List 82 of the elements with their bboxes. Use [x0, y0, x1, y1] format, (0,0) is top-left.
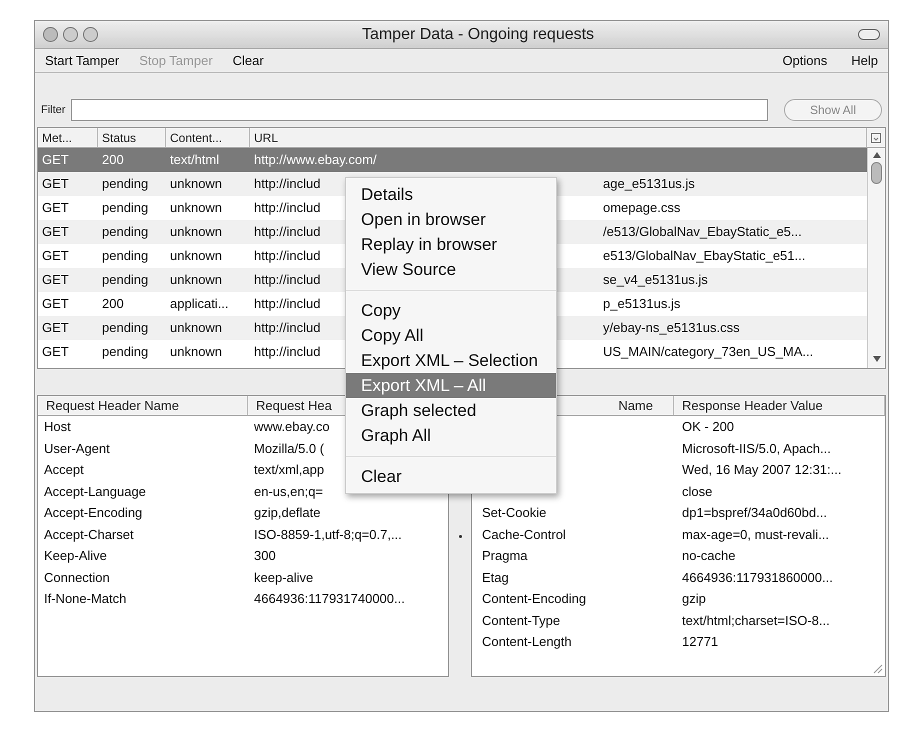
table-cell-text: unknown — [169, 343, 224, 362]
table-cell-text: pending — [101, 247, 150, 266]
table-cell-text: GET — [41, 175, 70, 194]
table-cell-text: text/html — [169, 151, 220, 170]
table-cell-text: /e513/GlobalNav_EbayStatic_e5... — [603, 223, 802, 242]
table-cell-text: pending — [101, 199, 150, 218]
table-cell-text: text/xml,app — [253, 461, 326, 479]
table-cell-text: unknown — [169, 199, 224, 218]
table-cell-text: Accept-Encoding — [43, 504, 144, 522]
table-cell-text: unknown — [169, 175, 224, 194]
table-cell-text: Host — [43, 418, 72, 436]
table-cell-text: GET — [41, 343, 70, 362]
table-cell-text: Wed, 16 May 2007 12:31:... — [681, 461, 842, 479]
table-cell: Set-Cookie — [482, 505, 546, 520]
table-cell-text: max-age=0, must-revali... — [681, 526, 830, 544]
filter-label: Filter — [41, 102, 66, 118]
table-cell-text: text/html;charset=ISO-8... — [681, 612, 831, 630]
table-cell: http://includ — [254, 176, 320, 192]
table-cell: http://includ — [254, 200, 320, 216]
table-cell: http://includ — [254, 320, 320, 336]
table-cell-text: pending — [101, 223, 150, 242]
table-cell-text: GET — [41, 151, 70, 170]
table-cell: Content-Encoding — [482, 591, 586, 606]
table-cell-text: 300 — [253, 547, 277, 565]
table-cell: http://includ — [254, 296, 320, 312]
table-cell-text: close — [681, 482, 714, 500]
table-cell-text: pending — [101, 175, 150, 194]
table-cell-text: 4664936:117931860000... — [681, 568, 834, 586]
table-cell-text: en-us,en;q= — [253, 482, 324, 501]
table-cell-text: Keep-Alive — [43, 547, 108, 565]
table-cell: http://includ — [254, 224, 320, 240]
window-title: Tamper Data - Ongoing requests — [360, 24, 596, 44]
table-cell-text: dp1=bspref/34a0d60bd... — [681, 504, 828, 522]
table-cell-text: 12771 — [681, 633, 720, 651]
table-cell-text: no-cache — [681, 547, 736, 565]
table-cell: http://www.ebay.com/ — [254, 152, 377, 168]
table-cell: Etag — [482, 570, 509, 584]
table-cell-text: gzip,deflate — [253, 504, 322, 522]
table-cell-text: age_e5131us.js — [603, 175, 695, 194]
table-cell-text: se_v4_e5131us.js — [603, 271, 708, 290]
table-cell-text: Accept-Language — [43, 482, 147, 501]
table-cell-text: 200 — [101, 295, 125, 314]
table-cell-text: GET — [41, 199, 70, 218]
table-cell-text: keep-alive — [253, 568, 314, 587]
table-cell-text: applicati... — [169, 295, 230, 314]
table-cell-text: GET — [41, 319, 70, 338]
table-cell-text: 200 — [101, 151, 125, 170]
table-cell-text: unknown — [169, 223, 224, 242]
table-cell-text: If-None-Match — [43, 590, 128, 608]
table-cell-text: Connection — [43, 568, 111, 586]
table-cell-text: y/ebay-ns_e5131us.css — [603, 319, 740, 338]
table-cell-text: 4664936:117931740000... — [253, 590, 406, 608]
table-cell: http://includ — [254, 272, 320, 288]
table-cell-text: Microsoft-IIS/5.0, Apach... — [681, 440, 832, 458]
table-cell-text: unknown — [169, 319, 224, 338]
table-cell-text: ISO-8859-1,utf-8;q=0.7,... — [253, 526, 403, 544]
table-cell-text: unknown — [169, 247, 224, 266]
table-cell: http://includ — [254, 248, 320, 264]
table-cell-text: www.ebay.co — [253, 418, 331, 436]
table-cell: Cache-Control — [482, 526, 566, 542]
table-cell-text: omepage.css — [603, 199, 680, 218]
table-cell-text: pending — [101, 319, 150, 338]
table-cell-text: GET — [41, 223, 70, 242]
table-cell-text: e513/GlobalNav_EbayStatic_e51... — [603, 247, 806, 266]
table-cell-text: GET — [41, 271, 70, 290]
table-cell-text: gzip — [681, 590, 707, 608]
table-cell-text: User-Agent — [43, 440, 111, 458]
table-cell: Content-Type — [482, 612, 560, 628]
table-cell-text: GET — [41, 295, 70, 314]
table-cell-text: GET — [41, 247, 70, 266]
table-cell-text: pending — [101, 343, 150, 362]
table-cell-text: p_e5131us.js — [603, 295, 680, 314]
table-cell-text: Accept-Charset — [43, 526, 135, 544]
table-cell-text: pending — [101, 271, 150, 290]
table-cell: Pragma — [482, 548, 528, 563]
table-cell-text: Mozilla/5.0 ( — [253, 440, 326, 458]
table-cell-text: US_MAIN/category_73en_US_MA... — [603, 343, 814, 362]
table-cell-text: OK - 200 — [681, 418, 736, 436]
table-cell: http://includ — [254, 344, 320, 360]
table-cell-text: unknown — [169, 271, 224, 290]
table-cell: Content-Length — [482, 634, 572, 649]
table-cell-text: Accept — [43, 461, 85, 479]
